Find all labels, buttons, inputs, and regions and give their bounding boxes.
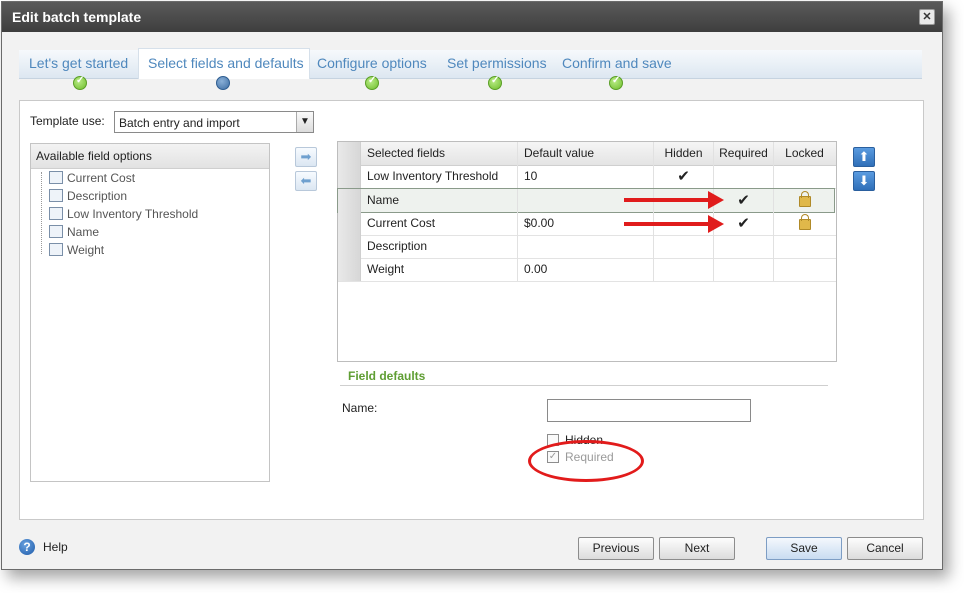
annotation-arrow-icon [624,215,724,233]
field-default-name-input[interactable] [547,399,751,422]
row-selector[interactable] [338,235,361,258]
template-use-select[interactable]: Batch entry and import ▼ [114,111,314,133]
available-item-weight[interactable]: Weight [49,241,104,259]
cell-locked[interactable] [773,189,835,212]
cell-required[interactable] [713,165,773,188]
add-field-button[interactable]: ➡ [295,147,317,167]
move-up-button[interactable]: ⬆ [853,147,875,167]
table-row[interactable]: Current Cost $0.00 ✔ [338,212,836,236]
step-complete-icon [73,75,87,90]
available-field-options: Available field options Current Cost Des… [30,143,270,482]
chevron-down-icon[interactable]: ▼ [296,112,313,132]
step-select-fields[interactable]: Select fields and defaults [148,55,304,71]
cell-hidden[interactable]: ✔ [653,165,713,188]
cell-hidden[interactable] [653,258,713,281]
close-icon[interactable]: ✕ [919,9,935,25]
annotation-arrow-icon [624,191,724,209]
help-icon[interactable]: ? [19,539,35,555]
header-default-value[interactable]: Default value [517,142,653,165]
move-down-button[interactable]: ⬇ [853,171,875,191]
save-button[interactable]: Save [766,537,842,560]
row-selector[interactable] [338,165,361,188]
field-icon [49,243,63,257]
field-icon [49,189,63,203]
cell-hidden[interactable] [653,235,713,258]
remove-field-button[interactable]: ⬅ [295,171,317,191]
row-selector[interactable] [338,212,361,235]
step-complete-icon [609,75,623,90]
row-selector[interactable] [338,189,361,212]
cell-field: Current Cost [367,216,436,230]
step-confirm-and-save[interactable]: Confirm and save [562,55,672,71]
step-set-permissions[interactable]: Set permissions [447,55,547,71]
step-complete-icon [488,75,502,90]
cell-required[interactable] [713,258,773,281]
header-required[interactable]: Required [713,142,773,165]
annotation-ellipse [528,440,644,482]
cancel-button[interactable]: Cancel [847,537,923,560]
dialog-title: Edit batch template [12,9,142,25]
lock-icon [798,214,811,230]
table-row[interactable]: Low Inventory Threshold 10 ✔ [338,165,836,189]
cell-field: Name [367,193,400,207]
cell-field: Description [367,239,428,253]
row-selector[interactable] [338,258,361,281]
available-item-low-inventory-threshold[interactable]: Low Inventory Threshold [49,205,198,223]
help-link[interactable]: Help [43,540,68,554]
selected-fields-grid: Selected fields Default value Hidden Req… [337,141,837,362]
header-hidden[interactable]: Hidden [653,142,713,165]
cell-locked[interactable] [773,235,835,258]
edit-batch-template-dialog: Edit batch template ✕ Let's get started … [1,1,943,570]
grid-header-row: Selected fields Default value Hidden Req… [338,142,836,166]
table-row-selected[interactable]: Name ✔ [337,188,835,213]
field-default-name-label: Name: [342,401,378,415]
cell-locked[interactable] [773,258,835,281]
template-use-value: Batch entry and import [119,116,240,130]
field-icon [49,207,63,221]
cell-default-value[interactable]: 0.00 [517,258,653,281]
template-use-label: Template use: [30,114,105,128]
cell-default-value[interactable]: 10 [517,165,653,188]
wizard-steps: Let's get started Select fields and defa… [19,48,922,79]
table-row[interactable]: Description [338,235,836,259]
cell-locked[interactable] [773,212,835,235]
section-divider [340,385,828,386]
step-configure-options[interactable]: Configure options [317,55,427,71]
main-panel: Template use: Batch entry and import ▼ A… [19,100,924,520]
table-row[interactable]: Weight 0.00 [338,258,836,282]
field-defaults-title: Field defaults [348,369,426,383]
next-button[interactable]: Next [659,537,735,560]
field-icon [49,225,63,239]
previous-button[interactable]: Previous [578,537,654,560]
lock-icon [798,191,811,207]
step-lets-get-started[interactable]: Let's get started [29,55,128,71]
row-selector [338,142,361,165]
step-complete-icon [365,75,379,90]
available-item-name[interactable]: Name [49,223,99,241]
cell-required[interactable] [713,235,773,258]
available-item-current-cost[interactable]: Current Cost [49,169,135,187]
header-locked[interactable]: Locked [773,142,835,165]
tree-connector [41,172,42,254]
cell-default-value[interactable] [517,235,653,258]
cell-field: Low Inventory Threshold [367,169,499,183]
cell-locked[interactable] [773,165,835,188]
title-bar: Edit batch template ✕ [2,2,942,32]
available-field-options-header: Available field options [31,144,269,169]
cell-field: Weight [367,262,405,276]
header-selected-fields[interactable]: Selected fields [360,142,517,165]
available-item-description[interactable]: Description [49,187,127,205]
step-current-icon [216,76,230,90]
field-icon [49,171,63,185]
